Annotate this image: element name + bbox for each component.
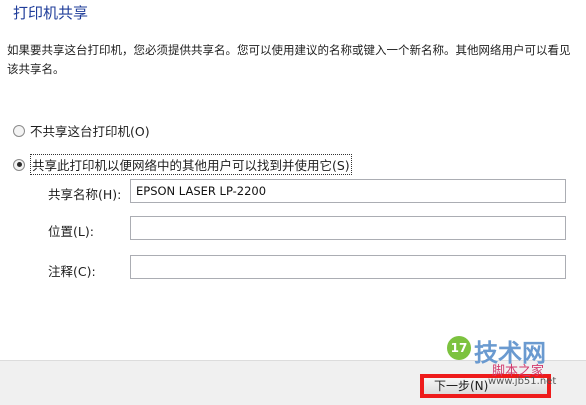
location-label: 位置(L): <box>48 224 94 239</box>
location-input[interactable] <box>130 216 566 240</box>
watermark-url: www.jb51.net <box>488 376 557 387</box>
page-title: 打印机共享 <box>13 4 89 22</box>
comment-label: 注释(C): <box>48 264 96 279</box>
radio-button-icon[interactable] <box>13 124 25 137</box>
radio-share-label: 共享此打印机以便网络中的其他用户可以找到并使用它(S) <box>30 154 352 175</box>
share-name-input[interactable]: EPSON LASER LP-2200 <box>130 179 566 203</box>
printer-share-dialog: 打印机共享 如果要共享这台打印机，您必须提供共享名。您可以使用建议的名称或键入一… <box>0 0 586 405</box>
share-name-label: 共享名称(H): <box>48 187 122 202</box>
description-text: 如果要共享这台打印机，您必须提供共享名。您可以使用建议的名称或键入一个新名称。其… <box>7 43 571 76</box>
radio-share[interactable]: 共享此打印机以便网络中的其他用户可以找到并使用它(S) <box>13 154 352 175</box>
watermark-logo-icon: 17 <box>447 336 471 360</box>
radio-no-share-label: 不共享这台打印机(O) <box>30 124 150 139</box>
radio-no-share[interactable]: 不共享这台打印机(O) <box>13 121 150 140</box>
radio-button-checked-icon[interactable] <box>13 158 25 171</box>
comment-input[interactable] <box>130 255 566 279</box>
